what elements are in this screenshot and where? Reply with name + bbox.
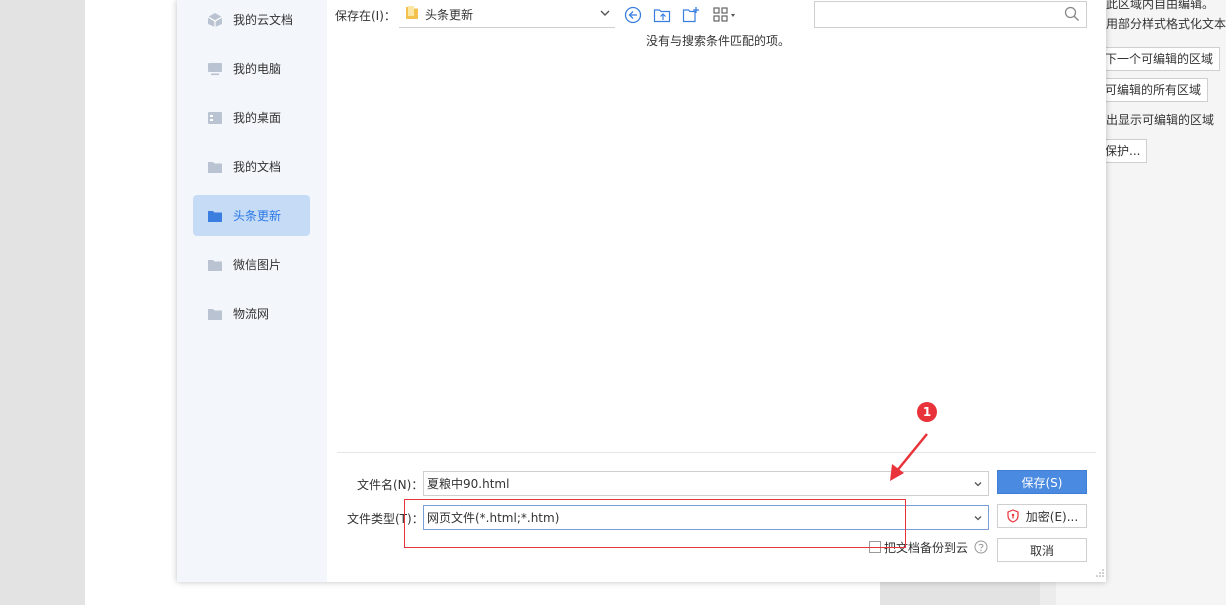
pane-text-line2: 用部分样式格式化文本 bbox=[1106, 17, 1226, 31]
cloud-doc-icon bbox=[207, 12, 223, 28]
divider bbox=[337, 452, 1096, 453]
folder-icon bbox=[207, 306, 223, 322]
sidebar-item-label: 头条更新 bbox=[233, 209, 282, 223]
desktop-icon bbox=[207, 110, 223, 126]
pane-text-line3: 出显示可编辑的区域 bbox=[1106, 113, 1215, 127]
encrypt-button-label: 加密(E)... bbox=[1025, 509, 1079, 524]
sidebar-item-label: 我的文档 bbox=[233, 160, 282, 174]
annotation-arrow-icon bbox=[890, 433, 928, 481]
folder-icon bbox=[405, 5, 419, 24]
resize-grip-icon[interactable] bbox=[1096, 566, 1104, 580]
save-button[interactable]: 保存(S) bbox=[997, 470, 1087, 494]
chevron-down-icon[interactable] bbox=[973, 478, 983, 492]
encrypt-button[interactable]: 加密(E)... bbox=[997, 504, 1087, 528]
view-grid-icon[interactable] bbox=[712, 6, 740, 24]
folder-icon bbox=[207, 159, 223, 175]
next-editable-region-button[interactable]: 下一个可编辑的区域 bbox=[1098, 47, 1221, 71]
sidebar-item-cloud-docs[interactable]: 我的云文档 bbox=[193, 0, 310, 40]
empty-results-message: 没有与搜索条件匹配的项。 bbox=[646, 34, 791, 48]
sidebar-item-computer[interactable]: 我的电脑 bbox=[193, 48, 310, 89]
new-folder-icon[interactable] bbox=[682, 6, 700, 24]
sidebar-item-logistics[interactable]: 物流网 bbox=[193, 293, 310, 334]
sidebar-item-toutiao-update[interactable]: 头条更新 bbox=[193, 195, 310, 236]
sidebar-item-label: 我的云文档 bbox=[233, 13, 294, 27]
help-icon[interactable] bbox=[974, 540, 988, 557]
sidebar-item-label: 微信图片 bbox=[233, 258, 282, 272]
up-folder-icon[interactable] bbox=[653, 6, 671, 24]
search-box[interactable] bbox=[814, 1, 1087, 28]
search-icon[interactable] bbox=[1064, 6, 1080, 25]
folder-icon bbox=[207, 208, 223, 224]
filename-label: 文件名(N)： bbox=[357, 478, 424, 492]
save-location-value: 头条更新 bbox=[425, 7, 474, 22]
shield-icon bbox=[1006, 509, 1020, 523]
folder-icon bbox=[207, 257, 223, 273]
places-sidebar: 我的云文档 我的电脑 我的桌面 我的文档 头条更新 微信图片 物流网 bbox=[177, 0, 327, 582]
back-icon[interactable] bbox=[624, 6, 642, 24]
sidebar-item-label: 我的电脑 bbox=[233, 62, 282, 76]
save-dialog: 我的云文档 我的电脑 我的桌面 我的文档 头条更新 微信图片 物流网 保存在(I… bbox=[177, 0, 1106, 582]
pane-text-line1: 此区域内自由编辑。 bbox=[1106, 0, 1215, 11]
annotation-step-badge: 1 bbox=[917, 402, 937, 422]
save-in-label: 保存在(I)： bbox=[335, 9, 396, 23]
sidebar-item-label: 物流网 bbox=[233, 307, 270, 321]
sidebar-item-documents[interactable]: 我的文档 bbox=[193, 146, 310, 187]
sidebar-item-wechat-images[interactable]: 微信图片 bbox=[193, 244, 310, 285]
search-input[interactable] bbox=[815, 2, 1067, 25]
sidebar-item-desktop[interactable]: 我的桌面 bbox=[193, 97, 310, 138]
sidebar-item-label: 我的桌面 bbox=[233, 111, 282, 125]
chevron-down-icon[interactable] bbox=[973, 512, 983, 526]
filename-value: 夏粮中90.html bbox=[427, 477, 510, 491]
save-location-select[interactable]: 头条更新 bbox=[399, 1, 615, 28]
computer-icon bbox=[207, 61, 223, 77]
all-editable-regions-button[interactable]: 可编辑的所有区域 bbox=[1098, 78, 1209, 102]
cancel-button[interactable]: 取消 bbox=[997, 538, 1087, 562]
annotation-highlight-box bbox=[404, 499, 906, 548]
chevron-down-icon bbox=[599, 7, 611, 22]
